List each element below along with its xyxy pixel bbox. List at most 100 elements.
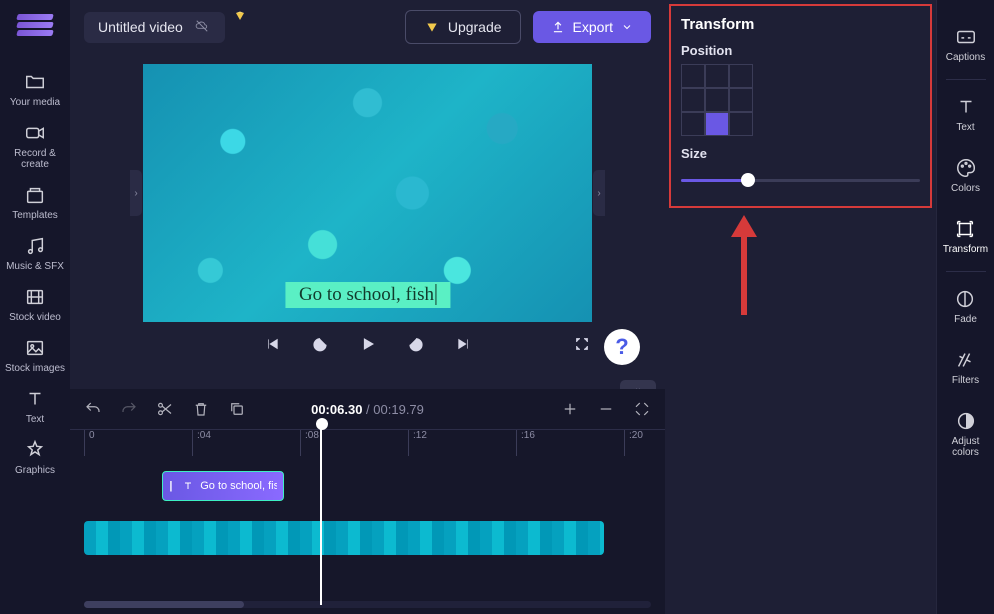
text-track[interactable]: || Go to school, fish: [84, 471, 651, 505]
project-title-text: Untitled video: [98, 19, 183, 35]
tracks: || Go to school, fish: [70, 471, 665, 555]
play-button[interactable]: [358, 334, 378, 354]
ruler-tick: :12: [408, 430, 427, 456]
ruler-tick: :04: [192, 430, 211, 456]
sidebar-stock-images[interactable]: Stock images: [0, 330, 70, 381]
size-slider-thumb[interactable]: [741, 173, 755, 187]
pos-top-center[interactable]: [705, 64, 729, 88]
pos-top-left[interactable]: [681, 64, 705, 88]
image-icon: [24, 337, 46, 359]
text-icon: [182, 480, 194, 492]
rail-text[interactable]: Text: [955, 84, 977, 145]
skip-end-button[interactable]: [454, 334, 474, 354]
panel-title: Transform: [681, 16, 920, 33]
rail-transform[interactable]: Transform: [943, 206, 988, 267]
scrollbar-thumb[interactable]: [84, 601, 244, 608]
ruler-tick: :16: [516, 430, 535, 456]
video-canvas[interactable]: Go to school, fish: [143, 64, 592, 322]
rail-label: Fade: [954, 314, 977, 325]
timeline: 00:06.30 / 00:19.79 0 :04 :08 :12 :16 :2…: [70, 389, 665, 614]
project-title[interactable]: Untitled video: [84, 12, 225, 43]
size-slider[interactable]: [681, 167, 920, 193]
export-button[interactable]: Export: [533, 11, 651, 43]
ruler-tick: :20: [624, 430, 643, 456]
text-clip[interactable]: || Go to school, fish: [162, 471, 284, 501]
playhead[interactable]: [320, 424, 322, 605]
sidebar-stock-video[interactable]: Stock video: [0, 279, 70, 330]
collapse-left[interactable]: ›: [130, 170, 142, 216]
sidebar-your-media[interactable]: Your media: [0, 64, 70, 115]
app-logo: [17, 14, 53, 40]
rail-label: Transform: [943, 244, 988, 255]
fullscreen-button[interactable]: [572, 334, 592, 354]
right-rail: Captions Text Colors Transform Fade Filt…: [936, 0, 994, 614]
pos-bot-left[interactable]: [681, 112, 705, 136]
ruler-tick: :08: [300, 430, 319, 456]
left-sidebar: Your media Record & create Templates Mus…: [0, 0, 70, 614]
rail-label: Filters: [952, 375, 979, 386]
music-icon: [24, 235, 46, 257]
upgrade-label: Upgrade: [448, 19, 502, 35]
timeline-scrollbar[interactable]: [84, 601, 651, 608]
sidebar-label: Record & create: [0, 148, 70, 170]
preview-area: › › Go to school, fish 5 5 ?: [70, 54, 665, 389]
gem-icon: [234, 9, 246, 27]
fit-button[interactable]: [633, 400, 651, 418]
sidebar-label: Stock images: [5, 363, 65, 374]
pos-mid-right[interactable]: [729, 88, 753, 112]
sidebar-music-sfx[interactable]: Music & SFX: [0, 228, 70, 279]
delete-button[interactable]: [192, 400, 210, 418]
text-overlay[interactable]: Go to school, fish: [285, 282, 450, 308]
split-button[interactable]: [156, 400, 174, 418]
help-button[interactable]: ?: [604, 329, 640, 365]
sidebar-label: Templates: [12, 210, 58, 221]
cloud-off-icon: [193, 19, 211, 36]
sidebar-templates[interactable]: Templates: [0, 177, 70, 228]
undo-button[interactable]: [84, 400, 102, 418]
video-clip[interactable]: [84, 521, 604, 555]
pos-bot-center[interactable]: [705, 112, 729, 136]
rewind-5-button[interactable]: 5: [310, 334, 330, 354]
transform-panel-highlight: Transform Position Size: [669, 4, 932, 208]
zoom-out-button[interactable]: [597, 400, 615, 418]
rail-label: Captions: [946, 52, 985, 63]
collapse-right[interactable]: ›: [593, 170, 605, 216]
film-icon: [24, 286, 46, 308]
pos-mid-center[interactable]: [705, 88, 729, 112]
timeline-ruler[interactable]: 0 :04 :08 :12 :16 :20: [70, 429, 665, 455]
total-duration: 00:19.79: [373, 402, 424, 417]
upgrade-button[interactable]: Upgrade: [405, 10, 521, 44]
timeline-toolbar: 00:06.30 / 00:19.79: [70, 389, 665, 429]
duplicate-button[interactable]: [228, 400, 246, 418]
add-track-button[interactable]: [561, 400, 579, 418]
sidebar-record-create[interactable]: Record & create: [0, 115, 70, 177]
text-clip-label: Go to school, fish: [200, 480, 277, 492]
rail-adjust-colors[interactable]: Adjust colors: [937, 398, 994, 470]
skip-start-button[interactable]: [262, 334, 282, 354]
sidebar-label: Graphics: [15, 465, 55, 476]
rail-captions[interactable]: Captions: [946, 14, 985, 75]
redo-button[interactable]: [120, 400, 138, 418]
graphics-icon: [24, 439, 46, 461]
folder-icon: [24, 71, 46, 93]
clip-grip[interactable]: ||: [169, 480, 176, 492]
player-controls: 5 5 ?: [143, 334, 592, 354]
rail-fade[interactable]: Fade: [954, 276, 977, 337]
text-icon: [24, 388, 46, 410]
pos-mid-left[interactable]: [681, 88, 705, 112]
video-track[interactable]: [84, 521, 651, 555]
rail-filters[interactable]: Filters: [952, 337, 979, 398]
timecode: 00:06.30 / 00:19.79: [311, 402, 424, 417]
export-label: Export: [573, 19, 613, 35]
sidebar-graphics[interactable]: Graphics: [0, 432, 70, 483]
rail-colors[interactable]: Colors: [951, 145, 980, 206]
pos-top-right[interactable]: [729, 64, 753, 88]
ruler-tick: 0: [84, 430, 95, 456]
sidebar-label: Stock video: [9, 312, 61, 323]
pos-bot-right[interactable]: [729, 112, 753, 136]
rail-label: Adjust colors: [937, 436, 994, 458]
position-heading: Position: [681, 43, 920, 58]
sidebar-text[interactable]: Text: [0, 381, 70, 432]
forward-5-button[interactable]: 5: [406, 334, 426, 354]
current-time: 00:06.30: [311, 402, 362, 417]
